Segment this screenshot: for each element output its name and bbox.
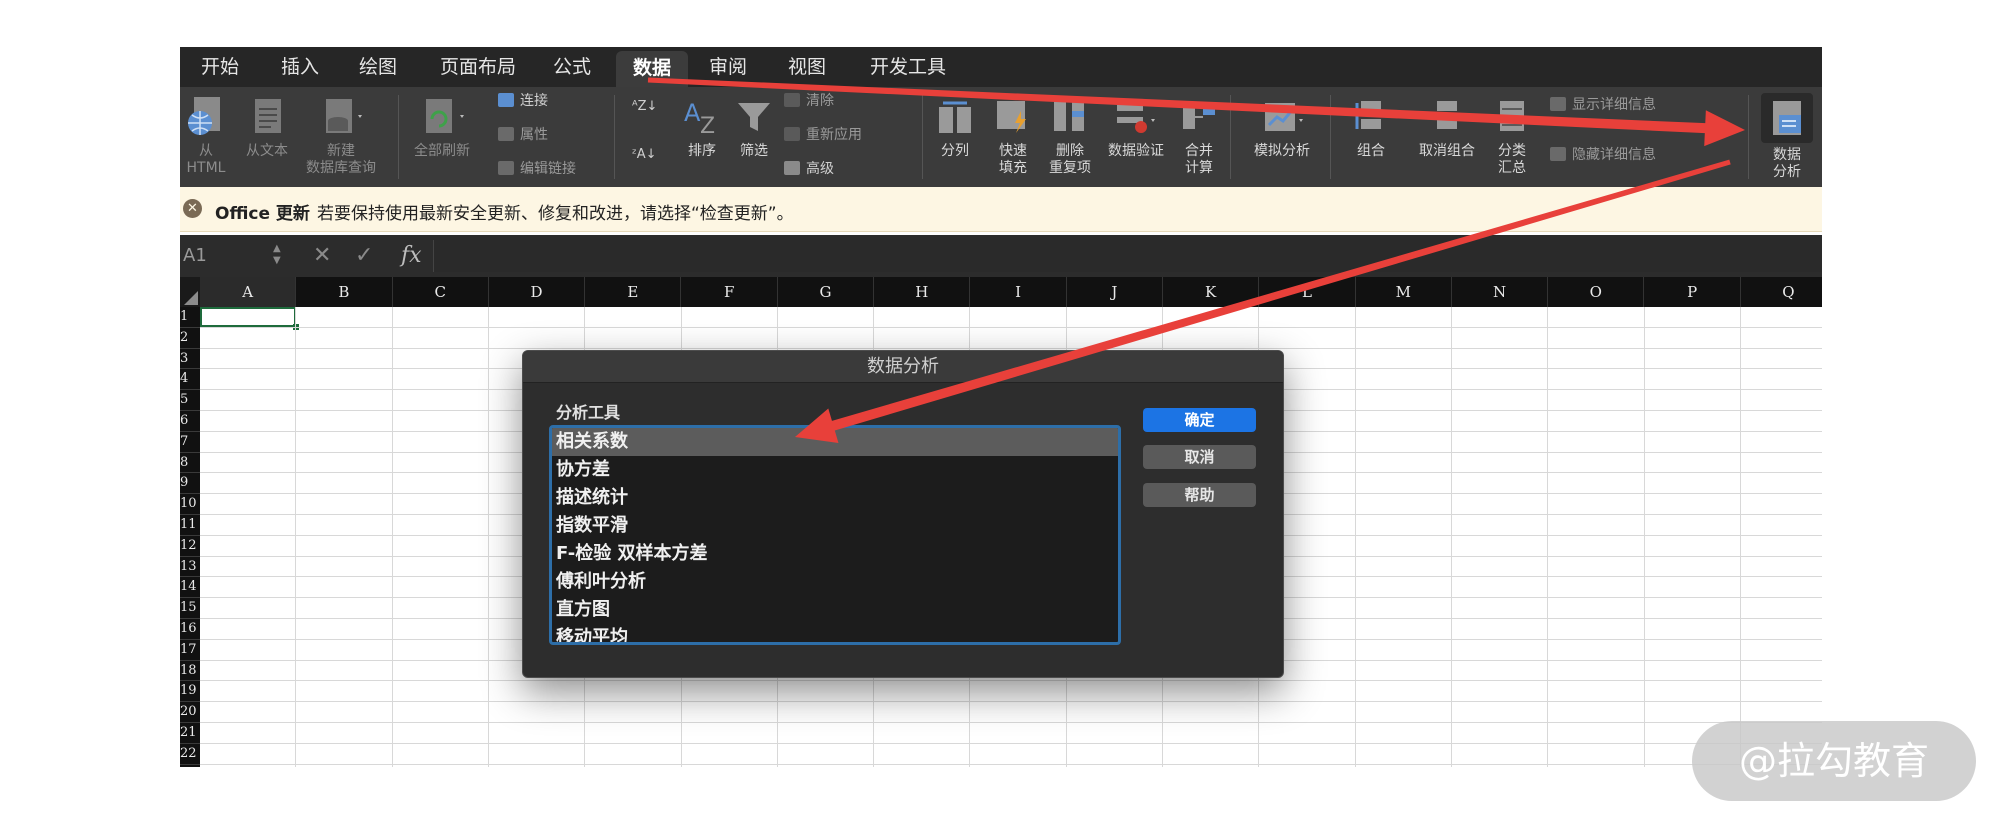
watermark: @拉勾教育 xyxy=(1692,721,1976,801)
arrow-to-data-analysis-button xyxy=(647,77,1745,147)
annotation-arrows xyxy=(647,77,1745,443)
screenshot: 开始 插入 绘图 页面布局 公式 数据 审阅 视图 开发工具 从 HTML 从文本 xyxy=(0,0,2000,827)
arrow-to-correlation-item xyxy=(795,159,1731,443)
